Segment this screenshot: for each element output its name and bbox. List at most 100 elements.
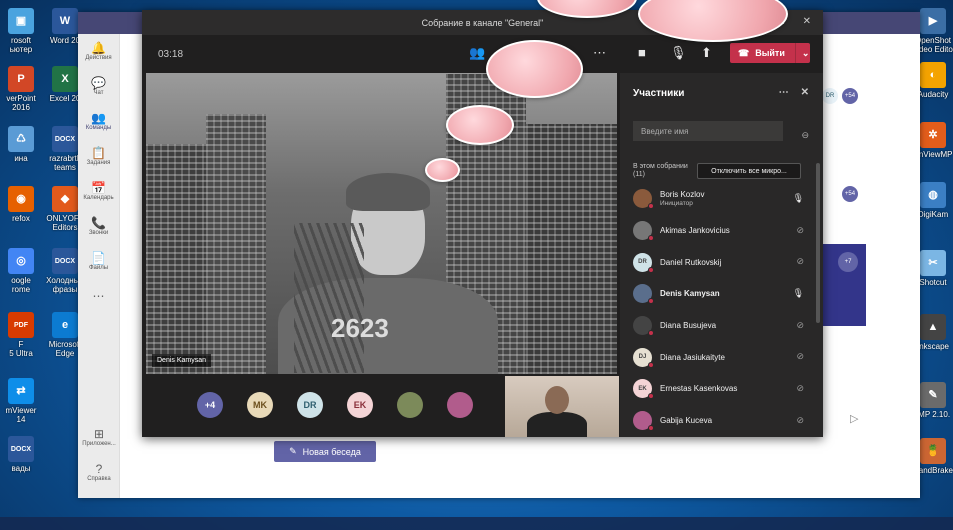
- app-icon: ✲: [920, 122, 946, 148]
- microphone-muted-icon[interactable]: ⊘: [796, 351, 804, 362]
- rail-item[interactable]: 🔔 Действия: [78, 34, 119, 69]
- rail-label: Звонки: [88, 230, 109, 236]
- participant-name: Diana Busujeva: [660, 321, 717, 331]
- rail-item[interactable]: 📋 Задания: [78, 139, 119, 174]
- app-icon: W: [52, 8, 78, 34]
- participant-row[interactable]: EK Ernestas Kasenkovas ⊘: [633, 373, 809, 405]
- scrollbar[interactable]: [816, 163, 820, 323]
- app-icon: ⇄: [8, 378, 34, 404]
- rail-label: Файлы: [88, 265, 109, 271]
- participant-search-input[interactable]: Введите имя: [633, 121, 783, 141]
- section-header[interactable]: В этом собрании (11): [633, 163, 688, 179]
- status-dot: [648, 298, 654, 305]
- mute-all-button[interactable]: Отключить все микро...: [697, 163, 801, 179]
- new-chat-button[interactable]: ✎ Новая беседа: [274, 441, 376, 462]
- desktop-icon[interactable]: PDF F 5 Ultra: [0, 312, 42, 358]
- app-icon: DOCX: [52, 126, 78, 152]
- rail-item[interactable]: 📄 Файлы: [78, 244, 119, 279]
- self-view-video[interactable]: [505, 376, 619, 437]
- close-icon[interactable]: ✕: [803, 16, 811, 27]
- desktop-icon[interactable]: ▣ rosoft ьютер: [0, 8, 42, 54]
- building: [526, 124, 617, 374]
- desktop-icon[interactable]: ⇄ mViewer 14: [0, 378, 42, 424]
- desktop-icon[interactable]: PverPoint 2016: [0, 66, 42, 112]
- microphone-muted-icon[interactable]: ⊘: [796, 256, 804, 267]
- person-head: [545, 386, 569, 414]
- desktop-icon-label: F 5 Ultra: [9, 340, 33, 358]
- chevron-down-icon[interactable]: ⌄: [802, 48, 810, 59]
- desktop-icon-label: rosoft ьютер: [9, 36, 33, 54]
- rail-icon: 📞: [91, 216, 106, 230]
- status-dot: [648, 330, 654, 337]
- rail-label: Календарь: [83, 195, 114, 201]
- rail-item[interactable]: 📅 Календарь: [78, 174, 119, 209]
- more-actions-icon[interactable]: ⋯: [593, 46, 606, 60]
- rail-item[interactable]: ⊞ Приложен...: [78, 420, 120, 455]
- participant-row[interactable]: Diana Busujeva ⊘: [633, 310, 809, 342]
- participant-list: Boris Kozlov Инициатор 🎙 Akimas Jankovicius…: [633, 183, 809, 437]
- rail-item[interactable]: 👥 Команды: [78, 104, 119, 139]
- desktop-icon[interactable]: ◉ refox: [0, 186, 42, 223]
- microphone-muted-icon[interactable]: ⊘: [796, 383, 804, 394]
- leave-button[interactable]: ☎ Выйти ⌄: [730, 43, 810, 63]
- rail-icon: 📄: [91, 251, 106, 265]
- avatar-strip: +4 MK DR EK: [197, 392, 473, 418]
- app-icon: ▲: [920, 314, 946, 340]
- close-icon[interactable]: ✕: [801, 87, 809, 98]
- microphone-icon[interactable]: 🎙: [793, 193, 804, 204]
- participant-row[interactable]: Denis Kamysan 🎙: [633, 278, 809, 310]
- share-link-icon[interactable]: ⊖: [801, 130, 809, 141]
- avatar: [633, 189, 654, 210]
- rail-item[interactable]: 📞 Звонки: [78, 209, 119, 244]
- bubble-decoration: [425, 158, 460, 182]
- participants-icon[interactable]: 👥: [469, 46, 485, 60]
- shirt-print: 2623: [331, 313, 389, 343]
- app-icon: DOCX: [8, 436, 34, 462]
- panel-title: Участники: [633, 87, 685, 99]
- desktop-icon[interactable]: DOCX вады: [0, 436, 42, 473]
- main-video: 2623 Denis Kamysan: [146, 73, 617, 374]
- panel-header: Участники ⋯ ✕: [620, 73, 823, 113]
- microphone-icon[interactable]: 🎙: [793, 288, 804, 299]
- rail-item[interactable]: ⋯: [78, 279, 119, 314]
- desktop-icon-label: verPoint 2016: [6, 94, 36, 112]
- rail-item[interactable]: 💬 Чат: [78, 69, 119, 104]
- microphone-icon[interactable]: 🎙: [670, 46, 687, 60]
- rail-label: Действия: [85, 55, 112, 61]
- desktop-icon[interactable]: ♺ ина: [0, 126, 42, 163]
- participant-row[interactable]: Akimas Jankovicius ⊘: [633, 215, 809, 247]
- participant-avatar[interactable]: +4: [197, 392, 223, 418]
- meeting-window: Собрание в канале "General" ☐ ✕ 03:18 👥 …: [142, 10, 823, 437]
- desktop-icon-label: refox: [12, 214, 30, 223]
- participant-avatar[interactable]: [447, 392, 473, 418]
- microphone-muted-icon[interactable]: ⊘: [796, 320, 804, 331]
- divider: [794, 43, 796, 63]
- send-icon[interactable]: ▷: [850, 412, 858, 425]
- rail-icon: ⋯: [92, 289, 105, 303]
- microphone-muted-icon[interactable]: ⊘: [796, 415, 804, 426]
- more-icon[interactable]: ⋯: [779, 87, 789, 98]
- rail-item[interactable]: ? Справка: [78, 455, 120, 490]
- participant-avatar[interactable]: EK: [347, 392, 373, 418]
- participant-row[interactable]: DR Daniel Rutkovskij ⊘: [633, 246, 809, 278]
- app-icon: ▶: [920, 8, 946, 34]
- participant-name: Denis Kamysan: [660, 289, 720, 299]
- camera-icon[interactable]: ■: [638, 46, 646, 60]
- status-dot: [648, 203, 654, 210]
- microphone-muted-icon[interactable]: ⊘: [796, 225, 804, 236]
- participant-avatar[interactable]: DR: [297, 392, 323, 418]
- app-icon: ▣: [8, 8, 34, 34]
- app-icon: ♺: [8, 126, 34, 152]
- participant-avatar[interactable]: MK: [247, 392, 273, 418]
- participant-row[interactable]: DJ Diana Jasiukaityte ⊘: [633, 341, 809, 373]
- share-screen-icon[interactable]: ⬆: [701, 46, 712, 60]
- app-icon: ◎: [8, 248, 34, 274]
- participant-row[interactable]: Boris Kozlov Инициатор 🎙: [633, 183, 809, 215]
- app-icon: ◐: [920, 62, 946, 88]
- rail-icon: 📋: [91, 146, 106, 160]
- participant-row[interactable]: Gabija Kuceva ⊘: [633, 405, 809, 437]
- app-icon: e: [52, 312, 78, 338]
- desktop-icon[interactable]: ◎ oogle rome: [0, 248, 42, 294]
- bubble-decoration: [446, 105, 514, 145]
- participant-avatar[interactable]: [397, 392, 423, 418]
